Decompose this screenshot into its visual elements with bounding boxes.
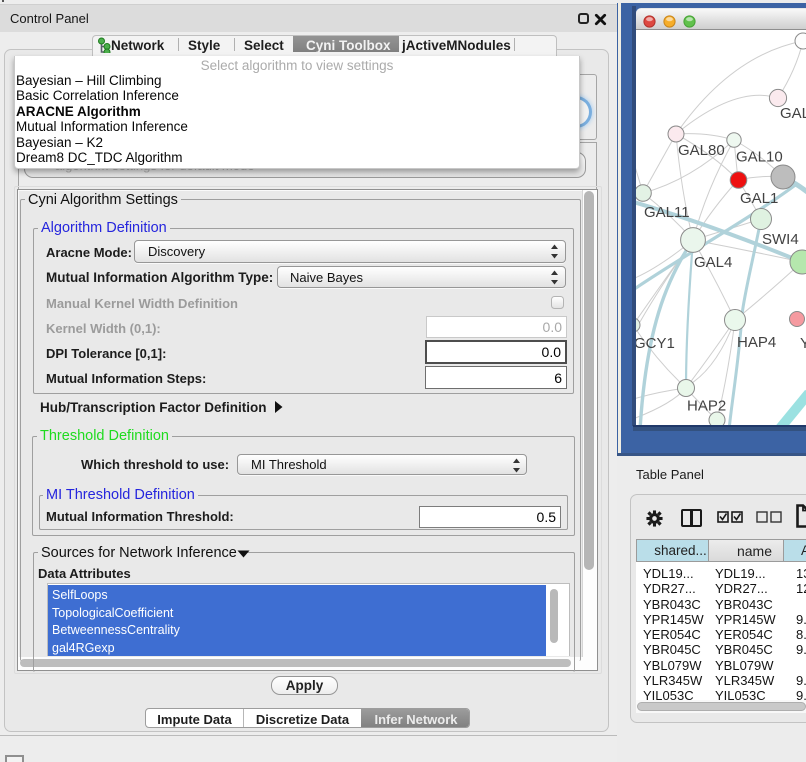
svg-text:GAL10: GAL10 <box>736 149 783 166</box>
svg-text:HAP2: HAP2 <box>687 398 726 415</box>
svg-text:Y: Y <box>800 335 806 352</box>
svg-text:SWI4: SWI4 <box>762 231 799 248</box>
svg-text:GCY1: GCY1 <box>636 335 675 352</box>
svg-text:GAL4: GAL4 <box>694 254 732 271</box>
svg-text:GAL7: GAL7 <box>780 105 806 122</box>
svg-text:GAL80: GAL80 <box>678 142 725 159</box>
svg-text:HAP4: HAP4 <box>737 334 776 351</box>
svg-text:GAL11: GAL11 <box>644 204 690 221</box>
svg-text:GAL1: GAL1 <box>740 190 778 207</box>
